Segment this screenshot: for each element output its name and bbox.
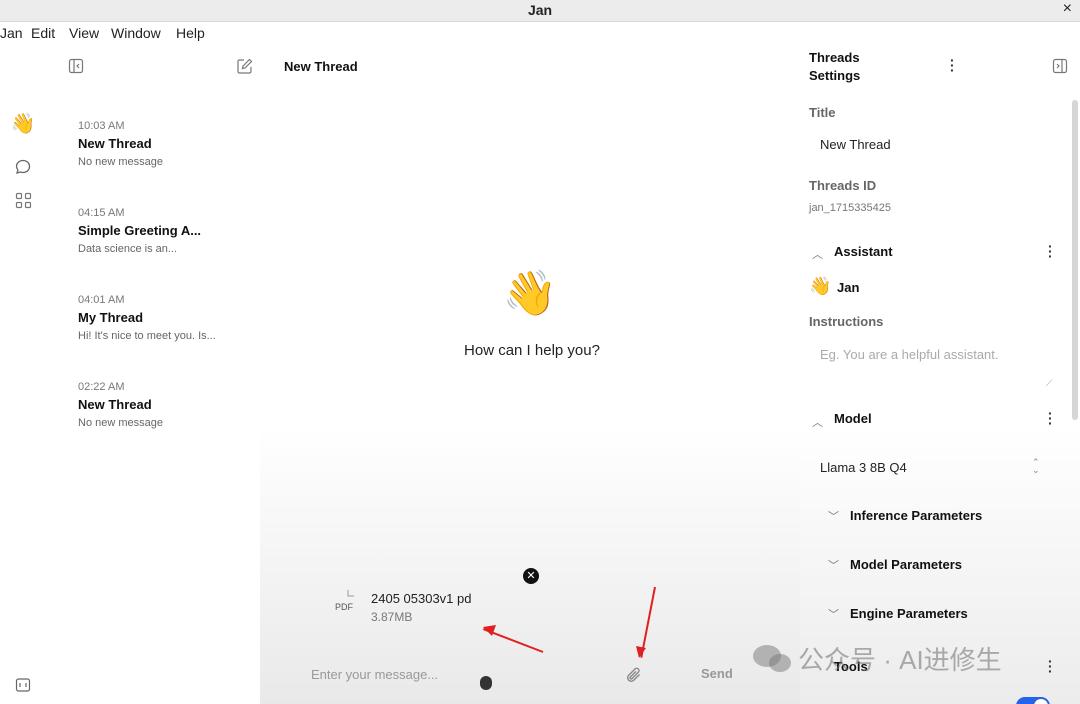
remove-attachment-icon[interactable]: ✕ bbox=[523, 568, 539, 584]
greeting-text: How can I help you? bbox=[464, 342, 600, 359]
chat-main: New Thread 👋 How can I help you? PDF 240… bbox=[260, 44, 800, 704]
resize-handle-icon[interactable]: ⟋ bbox=[1046, 378, 1052, 389]
thread-snippet: Hi! It's nice to meet you. Is... bbox=[78, 330, 216, 342]
chevron-down-icon[interactable]: ﹀ bbox=[828, 557, 839, 573]
text-cursor-icon bbox=[480, 676, 492, 690]
retrieval-toggle[interactable] bbox=[1016, 697, 1050, 704]
thread-title: New Thread bbox=[284, 59, 358, 74]
inference-parameters[interactable]: Inference Parameters bbox=[850, 508, 982, 523]
wave-icon: 👋 bbox=[809, 276, 832, 296]
thread-snippet: No new message bbox=[78, 417, 163, 429]
paperclip-icon[interactable] bbox=[625, 666, 643, 689]
thread-name: New Thread bbox=[78, 397, 152, 412]
send-button[interactable]: Send bbox=[701, 666, 733, 681]
thread-settings-panel: Threads Settings · · · Title New Thread Th… bbox=[800, 44, 1080, 704]
assistant-name: Jan bbox=[837, 280, 860, 295]
terminal-icon[interactable] bbox=[12, 674, 34, 696]
chat-icon[interactable] bbox=[12, 156, 34, 178]
close-icon[interactable]: × bbox=[1063, 0, 1072, 18]
menu-edit[interactable]: Edit bbox=[31, 25, 55, 41]
thread-name: New Thread bbox=[78, 136, 152, 151]
threads-id-label: Threads ID bbox=[809, 178, 877, 193]
select-arrows-icon: ⌃ ⌄ bbox=[1032, 457, 1040, 475]
collapse-sidebar-icon[interactable] bbox=[68, 58, 84, 79]
thread-time: 04:15 AM bbox=[78, 207, 125, 219]
thread-time: 10:03 AM bbox=[78, 120, 125, 132]
assistant-section[interactable]: Assistant bbox=[834, 244, 893, 259]
thread-snippet: No new message bbox=[78, 156, 163, 168]
menu-bar: Jan Edit View Window Help bbox=[0, 22, 1080, 44]
settings-more-icon[interactable]: · · · bbox=[950, 53, 955, 77]
thread-name: My Thread bbox=[78, 310, 144, 325]
message-input[interactable]: Enter your message... bbox=[311, 667, 438, 682]
attachment-filename: 2405 05303v1 pd bbox=[371, 591, 472, 606]
settings-heading: Threads Settings bbox=[809, 50, 861, 83]
assistant-more-icon[interactable]: · · · bbox=[1048, 239, 1053, 263]
thread-item[interactable]: 04:01 AM My Thread Hi! It's nice to meet… bbox=[78, 294, 258, 342]
wave-icon: 👋 bbox=[502, 269, 558, 318]
thread-snippet: Data science is an... bbox=[78, 243, 178, 255]
model-more-icon[interactable]: · · · bbox=[1048, 406, 1053, 430]
engine-parameters[interactable]: Engine Parameters bbox=[850, 606, 968, 621]
menu-help[interactable]: Help bbox=[176, 25, 205, 41]
tools-more-icon[interactable]: · · · bbox=[1048, 654, 1053, 678]
thread-item[interactable]: 10:03 AM New Thread No new message bbox=[78, 120, 258, 168]
settings-scrollbar[interactable] bbox=[1072, 100, 1078, 420]
file-type-label: PDF bbox=[335, 602, 353, 612]
thread-item[interactable]: 04:15 AM Simple Greeting A... Data scien… bbox=[78, 207, 258, 255]
menu-window[interactable]: Window bbox=[111, 25, 161, 41]
thread-time: 04:01 AM bbox=[78, 294, 125, 306]
wave-icon[interactable]: 👋 bbox=[11, 112, 36, 135]
watermark: 公众号 · AI进修生 bbox=[752, 640, 1002, 683]
thread-time: 02:22 AM bbox=[78, 381, 125, 393]
chevron-down-icon[interactable]: ﹀ bbox=[828, 508, 839, 524]
instructions-textarea[interactable]: Eg. You are a helpful assistant. bbox=[820, 347, 999, 362]
window-title: Jan bbox=[527, 2, 553, 18]
model-select[interactable]: Llama 3 8B Q4 bbox=[820, 460, 907, 475]
thread-list: 10:03 AM New Thread No new message 04:15… bbox=[46, 44, 260, 704]
chevron-up-icon[interactable]: ︿ bbox=[812, 414, 823, 430]
thread-name: Simple Greeting A... bbox=[78, 223, 202, 238]
left-rail: 👋 bbox=[0, 44, 46, 704]
chevron-up-icon[interactable]: ︿ bbox=[812, 246, 823, 262]
menu-jan[interactable]: Jan bbox=[0, 25, 23, 41]
model-parameters[interactable]: Model Parameters bbox=[850, 557, 962, 572]
attachment-size: 3.87MB bbox=[371, 610, 413, 624]
model-section[interactable]: Model bbox=[834, 411, 872, 426]
title-label: Title bbox=[809, 105, 836, 120]
collapse-panel-icon[interactable] bbox=[1052, 58, 1068, 79]
grid-icon[interactable] bbox=[12, 189, 34, 211]
thread-item[interactable]: 02:22 AM New Thread No new message bbox=[78, 381, 258, 429]
menu-view[interactable]: View bbox=[69, 25, 99, 41]
new-thread-icon[interactable] bbox=[236, 57, 254, 80]
title-field[interactable]: New Thread bbox=[820, 137, 891, 152]
instructions-label: Instructions bbox=[809, 314, 884, 329]
title-bar: Jan × bbox=[0, 0, 1080, 22]
chevron-down-icon[interactable]: ﹀ bbox=[828, 606, 839, 622]
threads-id-value: jan_1715335425 bbox=[809, 202, 891, 214]
wechat-icon bbox=[752, 642, 792, 683]
